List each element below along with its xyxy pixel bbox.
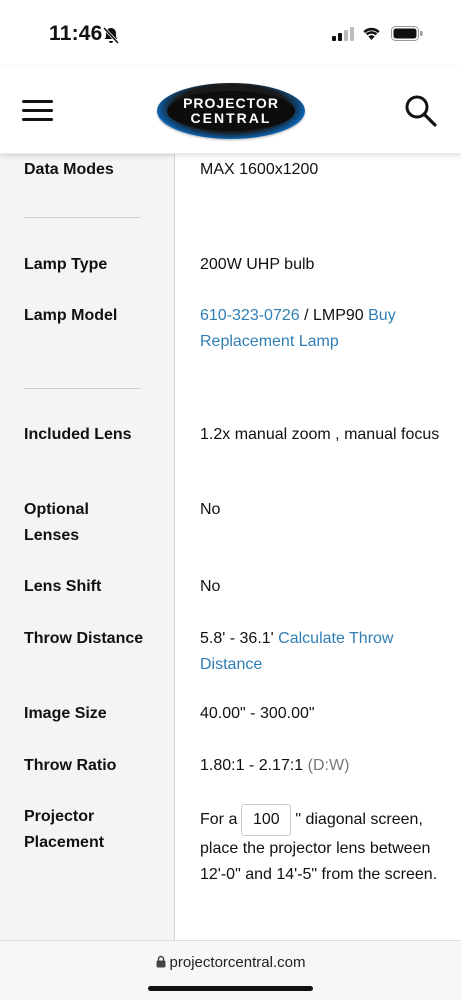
placement-prefix: For a — [200, 811, 238, 829]
spec-table: Data Modes MAX 1600x1200 Lamp Type 200W … — [0, 154, 461, 940]
value-lens-shift: No — [200, 578, 221, 595]
label-included-lens: Included Lens — [24, 426, 132, 443]
status-bar: 11:46 — [0, 0, 461, 66]
logo-text-top: PROJECTOR — [183, 95, 279, 111]
value-optional-lenses: No — [200, 501, 221, 518]
label-data-modes: Data Modes — [24, 161, 114, 178]
hamburger-menu-icon[interactable] — [22, 98, 54, 124]
value-projector-placement: For a" diagonal screen, place the projec… — [200, 804, 450, 888]
label-lens-shift: Lens Shift — [24, 578, 102, 595]
lock-icon — [156, 955, 166, 968]
value-included-lens: 1.2x manual zoom , manual focus — [200, 426, 440, 443]
signal-icon — [332, 27, 354, 41]
projector-central-logo[interactable]: PROJECTOR CENTRAL — [157, 83, 305, 139]
section-divider — [24, 217, 140, 218]
lamp-model-separator: / LMP90 — [299, 307, 369, 324]
value-lamp-type: 200W UHP bulb — [200, 256, 315, 273]
label-throw-distance: Throw Distance — [24, 630, 144, 647]
search-icon[interactable] — [404, 94, 438, 128]
lamp-part-number-link[interactable]: 610-323-0726 — [200, 307, 300, 324]
value-throw-ratio: 1.80:1 - 2.17:1 (D:W) — [200, 753, 450, 779]
home-indicator[interactable] — [148, 986, 313, 991]
value-throw-distance: 5.8' - 36.1' Calculate Throw Distance — [200, 626, 450, 678]
site-header: PROJECTOR CENTRAL — [0, 66, 461, 154]
label-lamp-model: Lamp Model — [24, 307, 118, 324]
browser-url-bar[interactable]: projectorcentral.com — [0, 940, 461, 1000]
label-projector-placement: Projector Placement — [24, 808, 105, 851]
throw-ratio-range: 1.80:1 - 2.17:1 — [200, 757, 308, 774]
wifi-icon — [363, 27, 380, 40]
value-image-size: 40.00" - 300.00" — [200, 705, 315, 722]
value-data-modes: MAX 1600x1200 — [200, 161, 319, 178]
section-divider — [24, 388, 140, 389]
value-lamp-model: 610-323-0726 / LMP90 Buy Replacement Lam… — [200, 303, 450, 355]
label-image-size: Image Size — [24, 705, 107, 722]
screen-diagonal-input[interactable] — [241, 804, 292, 836]
status-time: 11:46 — [49, 22, 103, 45]
label-throw-ratio: Throw Ratio — [24, 757, 117, 774]
throw-ratio-note: (D:W) — [307, 757, 350, 774]
label-optional-lenses: Optional Lenses — [24, 501, 89, 544]
label-lamp-type: Lamp Type — [24, 256, 108, 273]
throw-distance-range: 5.8' - 36.1' — [200, 630, 279, 647]
logo-text-bottom: CENTRAL — [190, 110, 272, 126]
battery-icon — [391, 26, 423, 41]
url-domain: projectorcentral.com — [169, 954, 306, 971]
url-display: projectorcentral.com — [0, 954, 461, 971]
silent-bell-icon — [102, 26, 120, 44]
